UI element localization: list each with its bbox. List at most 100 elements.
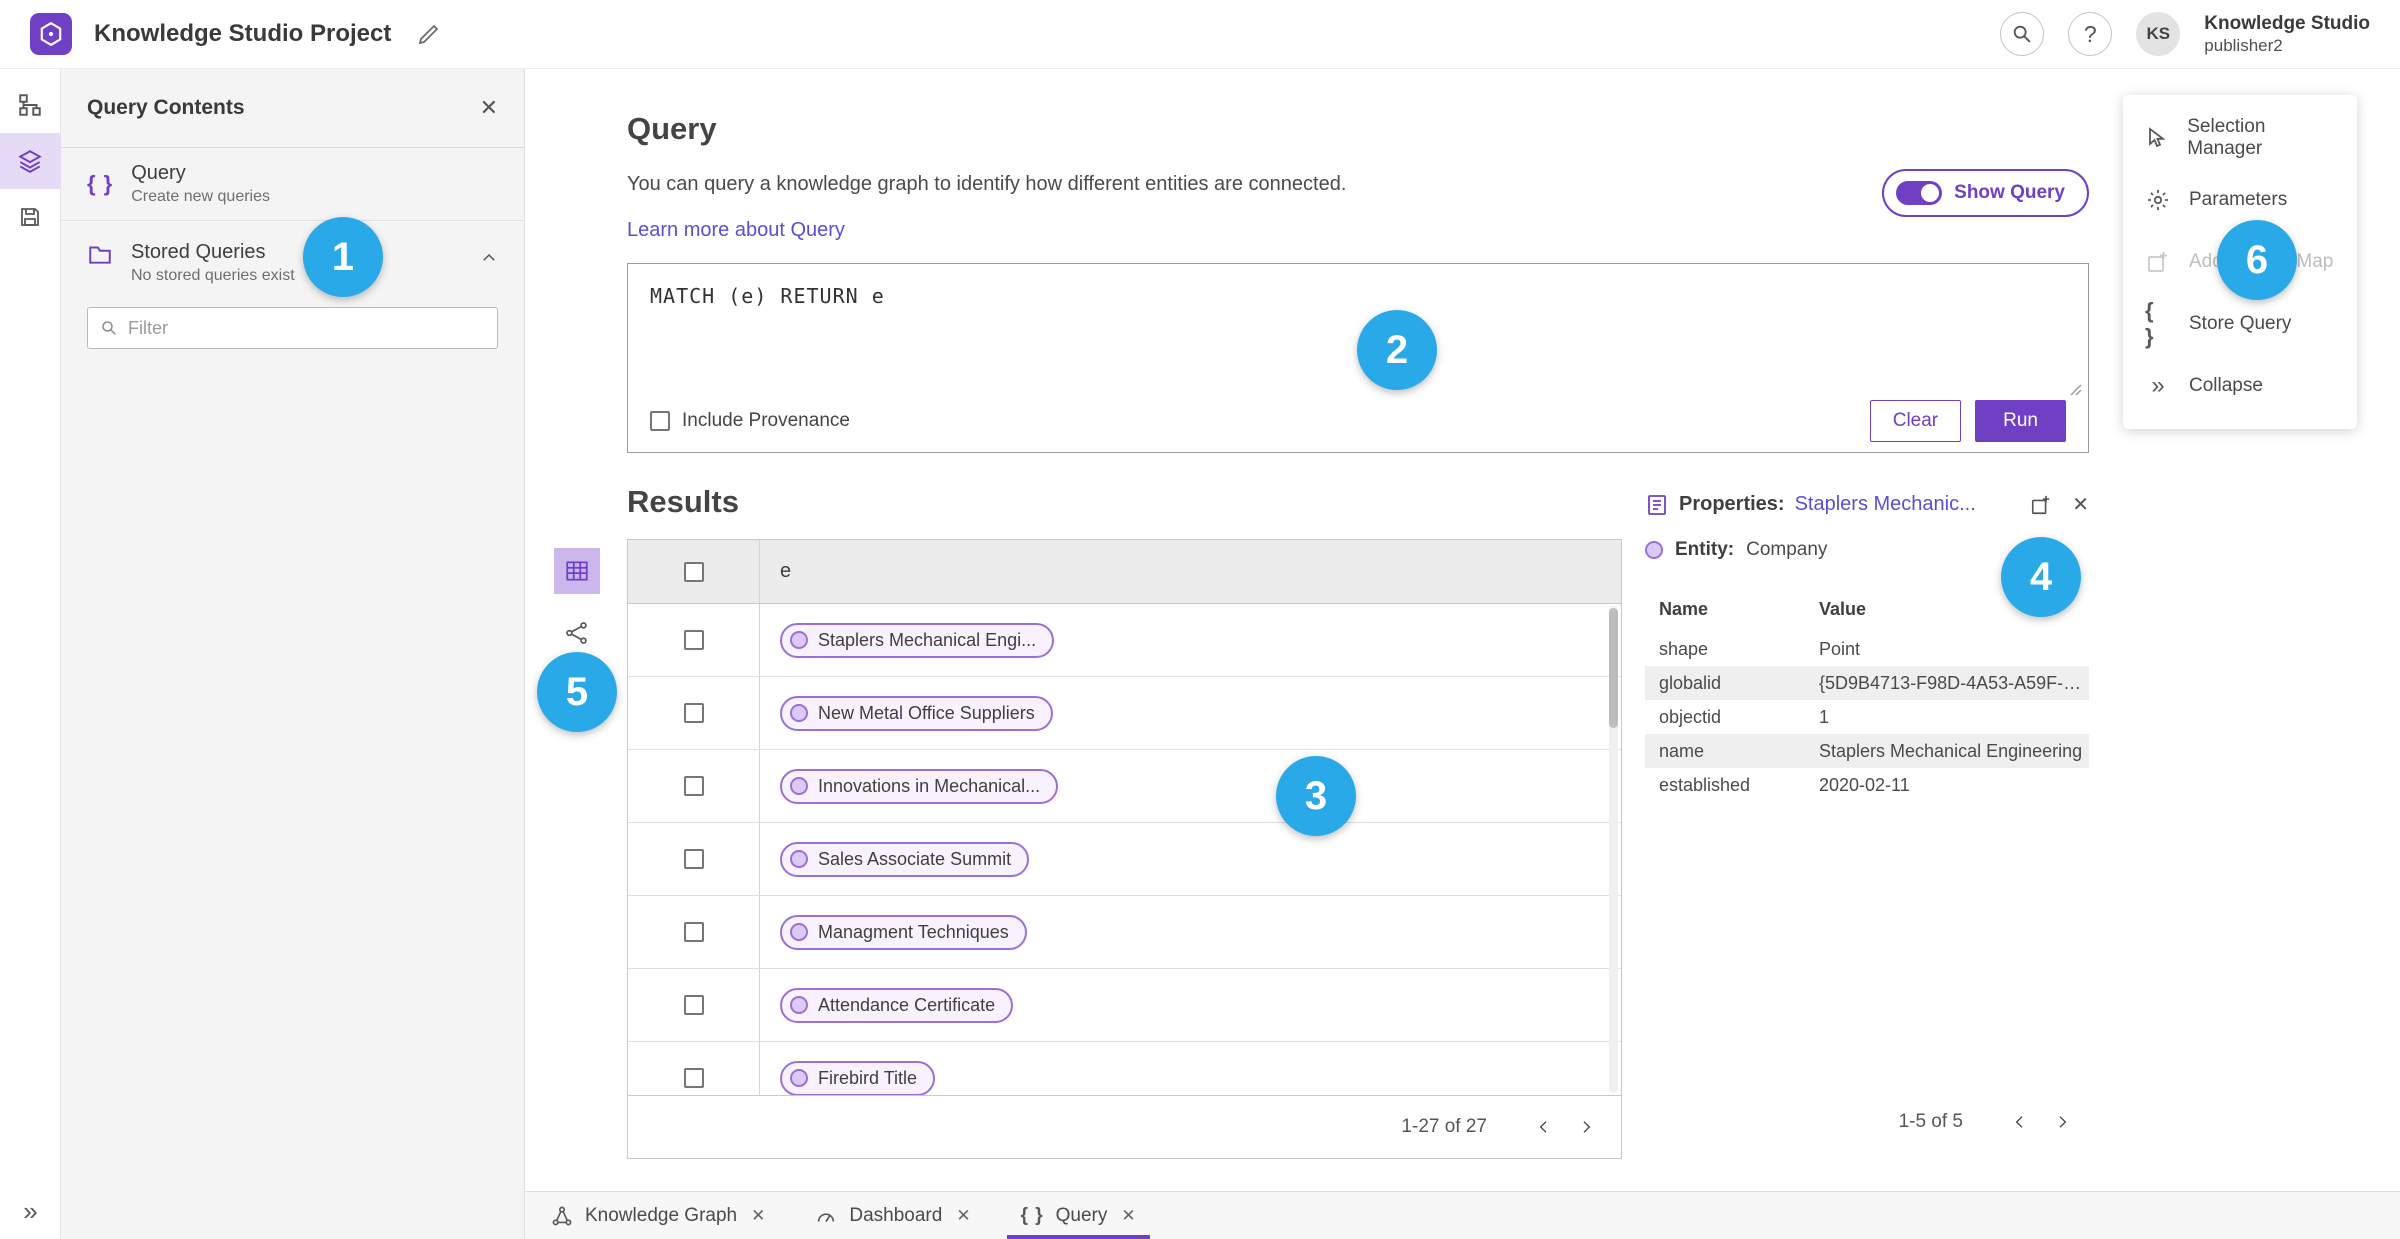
tab-label: Query [1055,1204,1108,1226]
row-checkbox[interactable] [683,922,704,942]
step-badge-5: 5 [537,652,617,732]
user-avatar[interactable]: KS [2136,12,2181,56]
tab-close-icon[interactable]: ✕ [751,1206,765,1226]
question-mark-icon: ? [2083,20,2097,47]
chevron-up-icon[interactable] [480,249,498,267]
query-description: You can query a knowledge graph to ident… [627,173,1347,195]
results-view-toggles [554,548,600,656]
properties-entity-link[interactable]: Staplers Mechanic... [1795,493,1976,516]
entity-pill-label: Attendance Certificate [818,994,996,1015]
entity-icon [1645,541,1663,559]
step-badge-1: 1 [303,217,383,297]
entity-pill[interactable]: Managment Techniques [780,914,1027,950]
previous-page-button[interactable] [1999,1101,2041,1143]
entity-pill[interactable]: Firebird Title [780,1060,936,1095]
learn-more-link[interactable]: Learn more about Query [627,219,845,242]
entity-pill[interactable]: Innovations in Mechanical... [780,768,1059,804]
tab-close-icon[interactable]: ✕ [1121,1206,1135,1226]
run-button[interactable]: Run [1975,400,2066,442]
entity-pill[interactable]: Staplers Mechanical Engi... [780,622,1055,658]
clear-button[interactable]: Clear [1869,400,1962,442]
scrollbar-track[interactable] [1609,606,1618,1093]
previous-page-button[interactable] [1523,1106,1565,1148]
table-row: Staplers Mechanical Engi... [628,604,1621,677]
chevron-left-icon [1539,1121,1547,1133]
results-table: e Staplers Mechanical Engi... New Metal O… [627,539,1622,1159]
property-row: objectid 1 [1645,700,2089,734]
include-provenance-checkbox[interactable]: Include Provenance [650,410,850,432]
pencil-icon [419,24,439,45]
filter-field [87,307,498,349]
selection-manager-icon [2145,126,2169,150]
search-button[interactable] [2000,12,2045,56]
filter-input[interactable] [128,317,485,339]
table-row: New Metal Office Suppliers [628,677,1621,750]
row-checkbox[interactable] [683,849,704,869]
entity-icon [790,704,808,722]
dashboard-icon [815,1205,837,1227]
row-checkbox[interactable] [683,995,704,1015]
entity-pill-label: Firebird Title [818,1067,918,1088]
sidebar-item-query[interactable]: { } Query Create new queries [61,148,524,221]
toggle-switch [1896,181,1943,205]
entity-icon [790,923,808,941]
property-value: Staplers Mechanical Engineering [1819,740,2083,761]
close-panel-icon[interactable]: ✕ [480,95,498,121]
menu-item-store-query[interactable]: { } Store Query [2123,293,2357,355]
row-checkbox[interactable] [683,776,704,796]
results-table-body: Staplers Mechanical Engi... New Metal Off… [628,604,1621,1095]
add-to-selection-button[interactable] [2030,494,2052,516]
properties-table-rows: shape Point globalid {5D9B4713-F98D-4A53-A5… [1645,632,2089,802]
step-badge-4: 4 [2001,537,2081,617]
property-row: established 2020-02-11 [1645,768,2089,802]
app-logo[interactable] [30,13,72,55]
row-checkbox[interactable] [683,630,704,650]
results-title: Results [627,484,739,519]
menu-item-label: Parameters [2189,189,2288,210]
menu-item-collapse[interactable]: » Collapse [2123,355,2357,417]
avatar-initials: KS [2146,24,2171,43]
checkbox-icon [650,411,670,431]
query-contents-panel: Query Contents ✕ { } Query Create new qu… [61,69,525,1239]
scrollbar-thumb[interactable] [1609,608,1618,728]
graph-view-button[interactable] [554,610,600,656]
row-checkbox[interactable] [683,1068,704,1088]
menu-item-parameters[interactable]: Parameters [2123,169,2357,231]
tab-dashboard[interactable]: Dashboard ✕ [797,1192,988,1239]
gear-icon [2145,188,2171,212]
next-page-button[interactable] [1565,1106,1607,1148]
sidebar-item-stored-queries[interactable]: Stored Queries No stored queries exist [61,221,524,291]
tab-close-icon[interactable]: ✕ [956,1206,970,1226]
left-icon-strip: » [0,69,61,1239]
tab-query[interactable]: { } Query ✕ [1003,1192,1154,1239]
link-chart-icon [566,622,587,644]
table-row: Innovations in Mechanical... [628,750,1621,823]
layers-view-button[interactable] [0,133,61,189]
property-row: shape Point [1645,632,2089,666]
close-properties-icon[interactable]: ✕ [2072,492,2089,517]
next-page-button[interactable] [2041,1101,2083,1143]
entity-pill[interactable]: Sales Associate Summit [780,841,1030,877]
edit-title-button[interactable] [417,22,441,46]
stored-queries-sublabel: No stored queries exist [131,267,295,284]
row-checkbox[interactable] [683,703,704,723]
properties-icon [1648,494,1666,515]
search-icon [2014,25,2031,43]
hierarchy-view-button[interactable] [0,77,61,133]
select-all-checkbox[interactable] [683,561,704,582]
entity-pill-label: Staplers Mechanical Engi... [818,629,1037,650]
entity-pill[interactable]: New Metal Office Suppliers [780,695,1053,731]
table-view-button[interactable] [554,548,600,594]
menu-item-selection-manager[interactable]: Selection Manager [2123,107,2357,169]
help-button[interactable]: ? [2068,12,2113,56]
entity-pill[interactable]: Attendance Certificate [780,987,1014,1023]
user-info: Knowledge Studio publisher2 [2204,12,2370,57]
save-button[interactable] [0,189,61,245]
tab-knowledge-graph[interactable]: Knowledge Graph ✕ [533,1192,783,1239]
expand-strip-button[interactable]: » [0,1196,61,1227]
entity-pill-label: Innovations in Mechanical... [818,775,1041,796]
entity-icon [790,996,808,1014]
show-query-toggle[interactable]: Show Query [1882,169,2089,217]
user-role: publisher2 [2204,36,2283,56]
properties-pagination: 1-5 of 5 [1645,1101,2089,1143]
